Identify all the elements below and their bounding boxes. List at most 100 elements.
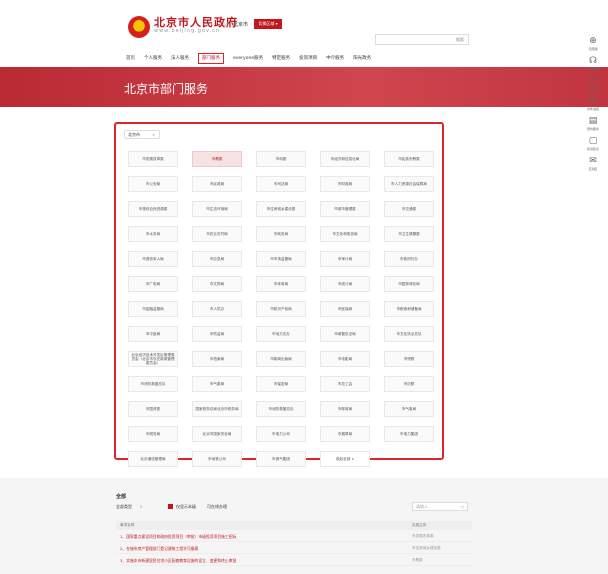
nav-personal[interactable]: 个人服务 (144, 54, 162, 63)
department-item[interactable]: 市粮食和储备局 (384, 301, 434, 317)
department-item[interactable]: 市广电局 (128, 276, 178, 292)
matter-search-input[interactable]: 请输入 ○ (412, 502, 468, 511)
department-item[interactable]: 市税务局 (128, 426, 178, 442)
department-item[interactable]: 市水务局 (128, 226, 178, 242)
department-item[interactable]: 市住房城乡建设委 (256, 201, 306, 217)
sidebar-item[interactable]: ✉ 互动区 (578, 156, 608, 171)
department-item[interactable]: 市文物局 (192, 276, 242, 292)
nav-home[interactable]: 首页 (126, 54, 135, 63)
department-item[interactable]: 市司法局 (256, 176, 306, 192)
table-row[interactable]: 1、国家重点建设项目和政府投资项目（审批）市级投资项目施工招标 市发展改革委 (116, 533, 472, 542)
department-item[interactable]: 市电影局 (320, 351, 370, 367)
department-item[interactable]: 市城市管理委 (320, 201, 370, 217)
department-item[interactable]: 市档案局 (192, 351, 242, 367)
col-name: 事项名称 (120, 523, 135, 527)
department-item[interactable]: 北京经济技术开发区管理委员会（北京市亦庄新城管理委员会） (128, 351, 178, 367)
department-item[interactable]: 北京市国家安全局 (192, 426, 242, 442)
sidebar-item[interactable]: ▢ 投诉建议 (578, 136, 608, 151)
department-item[interactable]: 市电力集团 (384, 426, 434, 442)
own-level-checkbox[interactable] (168, 504, 173, 509)
department-item[interactable]: 市医保局 (320, 301, 370, 317)
department-item[interactable]: 市商务局 (256, 226, 306, 242)
department-item[interactable]: 市文化执法总队 (384, 326, 434, 342)
matter-name[interactable]: 3、实施本市新建居民住宅小区配套教育设施的设立、变更和终止审批 (120, 558, 236, 564)
department-panel: 北京市 ∨ 市发展改革委 市教委 市科委 市经济和信息化局 市民族宗教委市公安局 市民政局… (114, 122, 444, 467)
nav-investment[interactable]: 投资项目 (299, 54, 317, 63)
department-item[interactable]: 市燃气集团 (256, 451, 306, 467)
matter-name[interactable]: 1、国家重点建设项目和政府投资项目（审批）市级投资项目施工招标 (120, 534, 236, 540)
department-item[interactable]: 市科委 (256, 151, 306, 167)
nav-special[interactable]: 特定服务 (272, 54, 290, 63)
department-item[interactable]: 市人防办 (192, 301, 242, 317)
type-select[interactable]: 全部类型 ∨ (116, 504, 142, 510)
department-item[interactable]: 国家税务总局北京市税务局 (192, 401, 242, 417)
region-filter-select[interactable]: 北京市 ∨ (124, 130, 160, 139)
department-item[interactable]: 市金融监管局 (128, 301, 178, 317)
department-item[interactable]: 市市场监管局 (256, 251, 306, 267)
department-item[interactable]: 市应急局 (192, 251, 242, 267)
department-item[interactable]: 市消防救援总队 (256, 401, 306, 417)
department-item[interactable]: 市园林绿化局 (384, 276, 434, 292)
table-row[interactable]: 2、在城市房产管理部门登记建筑工程许可备案 市住房城乡建设委 (116, 545, 472, 554)
department-item[interactable]: 市地铁公司 (192, 451, 242, 467)
department-item[interactable]: 市审计局 (320, 251, 370, 267)
nav-legal-person[interactable]: 法人服务 (171, 54, 189, 63)
department-item[interactable]: 市总工会 (320, 376, 370, 392)
department-item[interactable]: 市规划自然资源委 (128, 201, 178, 217)
sidebar-item[interactable]: ▤ 预约服务 (578, 116, 608, 131)
sidebar-item[interactable]: ▭ 网上服务 (578, 76, 608, 91)
nav-department[interactable]: 部门服务 (198, 52, 224, 64)
department-item[interactable]: 市人力资源社会保障局 (384, 176, 434, 192)
matter-dept: 市住房城乡建设委 (412, 546, 441, 550)
department-item[interactable]: 市消防救援总队 (128, 376, 178, 392)
department-item[interactable]: 市国资委 (128, 401, 178, 417)
sidebar-item[interactable]: ⊕ 无障碍 (578, 36, 608, 51)
department-item[interactable]: 市体育局 (256, 276, 306, 292)
sidebar-item[interactable]: ☊ 智能客服 (578, 56, 608, 71)
department-item[interactable]: 市发展改革委 (128, 151, 178, 167)
department-item[interactable]: 市气象局 (384, 401, 434, 417)
department-item[interactable]: 市烟草局 (320, 426, 370, 442)
switch-region-button[interactable]: 切换区域 ▾ (254, 19, 282, 29)
department-item[interactable]: 市公安局 (128, 176, 178, 192)
department-item[interactable]: 市邮政局 (320, 401, 370, 417)
department-item[interactable]: 市民族宗教委 (384, 151, 434, 167)
nav-agency[interactable]: 中介服务 (326, 54, 344, 63)
department-item[interactable]: 市统计局 (320, 276, 370, 292)
department-item[interactable]: 市气象局 (192, 376, 242, 392)
department-item[interactable]: 市交通委 (384, 201, 434, 217)
department-item[interactable]: 市残联 (384, 351, 434, 367)
department-item[interactable]: 市卫生健康委 (384, 226, 434, 242)
department-item[interactable]: 市财政局 (320, 176, 370, 192)
sidebar-item-label: 无障碍 (588, 47, 598, 51)
collapse-all-button[interactable]: 收起全部 ∧ (320, 451, 370, 467)
matter-name[interactable]: 2、在城市房产管理部门登记建筑工程许可备案 (120, 546, 198, 552)
department-item[interactable]: 市中医局 (128, 326, 178, 342)
department-item[interactable]: 市经济和信息化局 (320, 151, 370, 167)
department-item[interactable]: 市教委 (192, 151, 242, 167)
department-item[interactable]: 市保密局 (256, 376, 306, 392)
department-item[interactable]: 北京通信管理局 (128, 451, 178, 467)
department-item[interactable]: 市地方志办 (256, 326, 306, 342)
department-item[interactable]: 市新闻出版局 (256, 351, 306, 367)
department-item[interactable]: 市知识产权局 (256, 301, 306, 317)
department-item[interactable]: 市农业农村局 (192, 226, 242, 242)
online-filter[interactable]: 可在线办理 (207, 504, 227, 510)
site-search-input[interactable]: 搜索 (375, 34, 469, 45)
table-row[interactable]: 3、实施本市新建居民住宅小区配套教育设施的设立、变更和终止审批 市教委 (116, 557, 472, 566)
page-title: 北京市部门服务 (124, 82, 209, 96)
search-button[interactable]: 搜索 (456, 37, 464, 43)
department-item[interactable]: 市电力公司 (256, 426, 306, 442)
department-item[interactable]: 市生态环境局 (192, 201, 242, 217)
sidebar-item[interactable]: ↻ 办件进度 (578, 96, 608, 111)
search-icon[interactable]: ○ (461, 503, 465, 510)
department-item[interactable]: 市城管执法局 (320, 326, 370, 342)
department-item[interactable]: 市文化和旅游局 (320, 226, 370, 242)
department-item[interactable]: 市退役军人局 (128, 251, 178, 267)
department-item[interactable]: 市政府外办 (384, 251, 434, 267)
department-item[interactable]: 市妇联 (384, 376, 434, 392)
department-item[interactable]: 市药监局 (192, 326, 242, 342)
nav-everyone[interactable]: everyone服务 (233, 54, 263, 63)
nav-sunshine[interactable]: 阳光政务 (353, 54, 371, 63)
department-item[interactable]: 市民政局 (192, 176, 242, 192)
